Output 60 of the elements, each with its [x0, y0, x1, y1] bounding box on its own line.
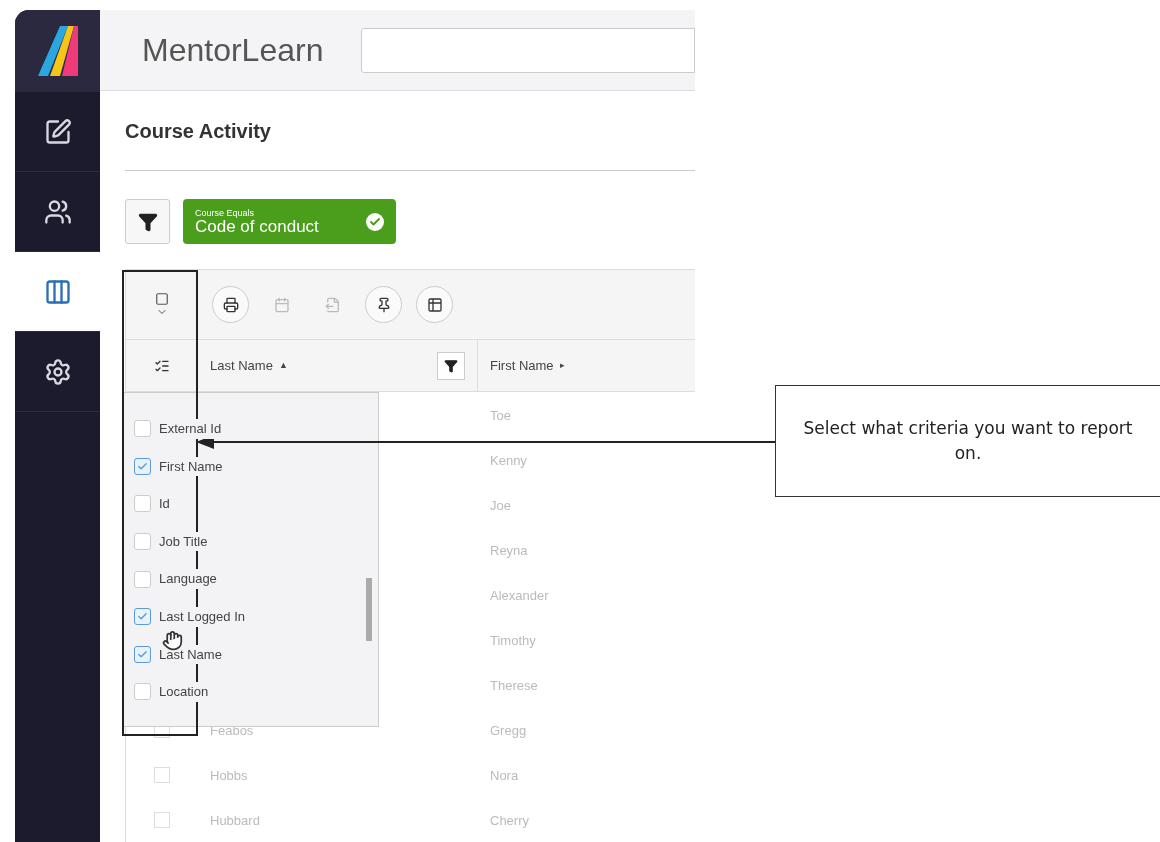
- checkbox-icon: [154, 291, 169, 306]
- check-icon: [137, 460, 148, 472]
- table-cell: Hubbard: [210, 812, 260, 828]
- checkbox[interactable]: [134, 570, 151, 588]
- search-field[interactable]: [361, 27, 695, 73]
- logo-icon: [37, 26, 78, 76]
- filter-icon: [444, 358, 458, 373]
- table-cell: Nora: [490, 767, 519, 783]
- filter-label: Course Equals: [195, 208, 256, 218]
- columns-icon: [426, 296, 443, 313]
- calendar-icon: [273, 296, 290, 313]
- pin-button[interactable]: [365, 286, 402, 323]
- table-cell: Hobbs: [210, 767, 248, 783]
- table-cell: Kenny: [490, 452, 527, 468]
- column-header[interactable]: Last Name: [210, 355, 273, 376]
- table-cell: Gregg: [490, 722, 527, 738]
- filter-value: Code of conduct: [195, 217, 319, 235]
- filter-button[interactable]: [125, 199, 170, 244]
- sort-indicator: ▸: [559, 358, 565, 372]
- page-title: Course Activity: [125, 118, 271, 144]
- column-option-label: Job Title: [159, 531, 208, 552]
- sort-indicator: ▲: [278, 358, 288, 372]
- hand-cursor-icon: [162, 630, 183, 651]
- app-name: MentorLearn: [142, 31, 324, 70]
- column-option-label: Location: [159, 682, 209, 702]
- column-option-label: Last Logged In: [159, 607, 246, 627]
- print-button[interactable]: [212, 286, 249, 323]
- callout-text: Select what criteria you want to report on.: [802, 416, 1134, 465]
- table-cell: Timothy: [490, 632, 536, 648]
- row-checkbox[interactable]: [154, 811, 170, 828]
- checkbox[interactable]: [134, 420, 151, 438]
- checkbox[interactable]: [134, 608, 151, 626]
- column-option-label: Language: [159, 569, 217, 589]
- column-option-label: Last Name: [159, 644, 222, 665]
- table-cell: Alexander: [490, 587, 549, 603]
- table-cell: Toe: [490, 407, 511, 423]
- columns-button[interactable]: [416, 286, 453, 323]
- table-cell: Joe: [490, 497, 511, 513]
- checkbox[interactable]: [134, 683, 151, 701]
- checkbox[interactable]: [134, 495, 151, 513]
- checkbox[interactable]: [134, 457, 151, 475]
- column-option-label: First Name: [159, 456, 223, 477]
- column-header[interactable]: First Name: [490, 355, 554, 376]
- export-icon: [324, 296, 341, 313]
- checkbox[interactable]: [134, 645, 151, 663]
- checkbox[interactable]: [134, 533, 151, 551]
- people-icon: [43, 197, 72, 226]
- table-cell: Therese: [490, 677, 538, 693]
- column-option-label: External Id: [159, 419, 222, 439]
- table-cell: Reyna: [490, 542, 528, 558]
- scrollbar-thumb[interactable]: [366, 578, 372, 641]
- settings-icon: [43, 357, 72, 386]
- row-checkbox[interactable]: [154, 766, 170, 783]
- edit-icon: [43, 117, 72, 146]
- table-cell: Cherry: [490, 812, 529, 828]
- table-icon: [43, 277, 72, 306]
- column-filter-button[interactable]: [437, 351, 465, 380]
- print-icon: [222, 296, 239, 313]
- check-icon: [137, 648, 148, 660]
- filter-icon: [137, 211, 158, 232]
